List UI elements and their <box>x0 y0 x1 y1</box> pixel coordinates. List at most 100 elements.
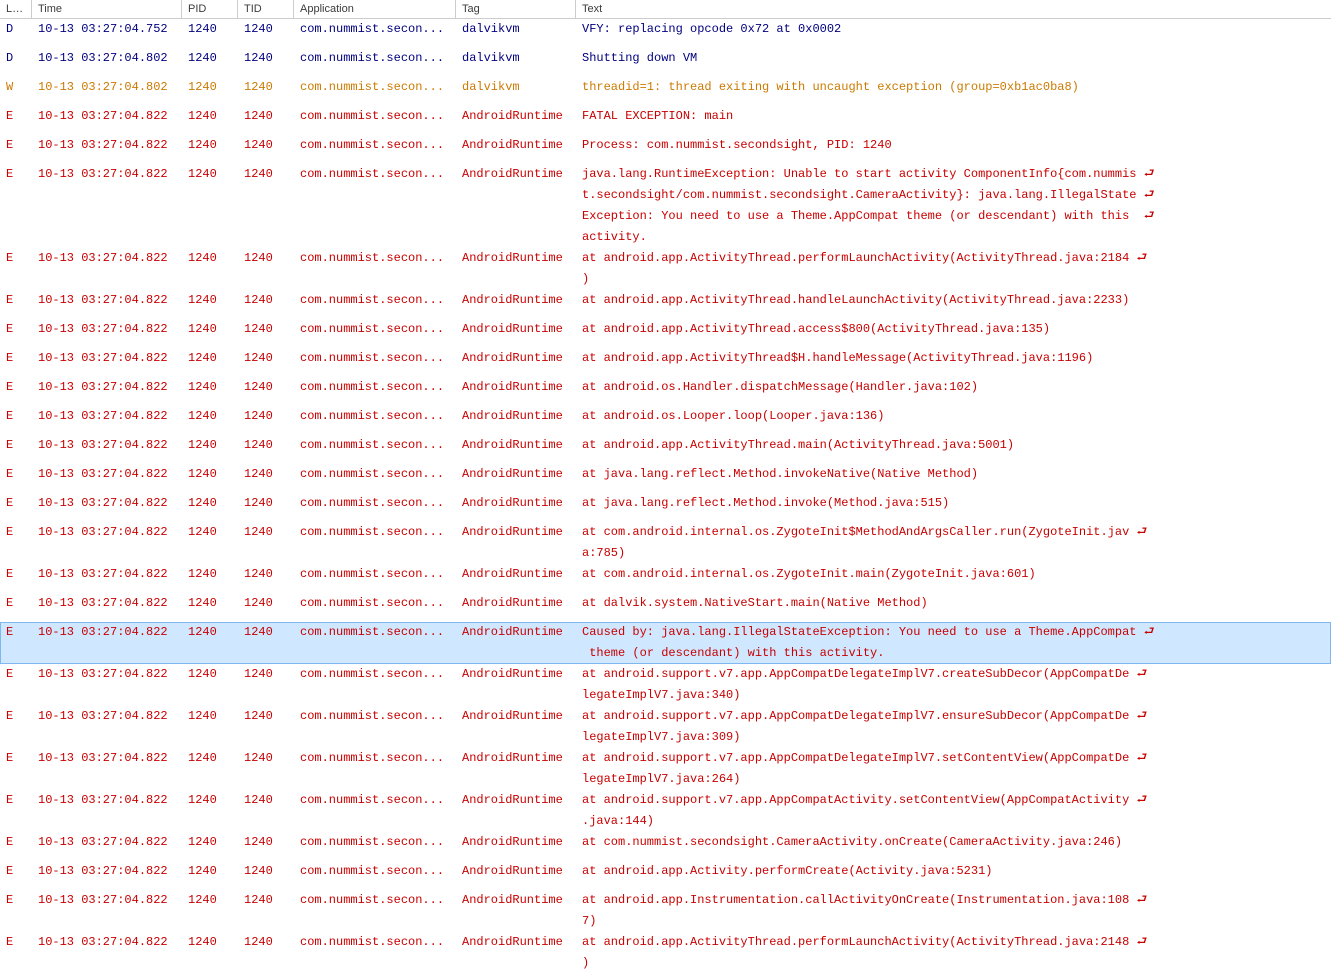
log-row[interactable]: D10-13 03:27:04.80212401240com.nummist.s… <box>0 48 1331 77</box>
cell-tag: AndroidRuntime <box>456 593 576 614</box>
log-row[interactable]: E10-13 03:27:04.82212401240com.nummist.s… <box>0 861 1331 890</box>
cell-level: E <box>0 832 32 853</box>
log-row[interactable]: E10-13 03:27:04.82212401240com.nummist.s… <box>0 377 1331 406</box>
log-row[interactable]: D10-13 03:27:04.75212401240com.nummist.s… <box>0 19 1331 48</box>
cell-application: com.nummist.secon... <box>294 48 456 77</box>
cell-level: E <box>0 348 32 369</box>
column-header-level[interactable]: L… <box>0 0 32 18</box>
cell-tid: 1240 <box>238 493 294 514</box>
log-row[interactable]: E10-13 03:27:04.82212401240com.nummist.s… <box>0 493 1331 522</box>
column-header-text[interactable]: Text <box>576 0 1331 18</box>
cell-level: E <box>0 664 32 685</box>
column-header-pid[interactable]: PID <box>182 0 238 18</box>
log-row[interactable]: E10-13 03:27:04.82212401240com.nummist.s… <box>0 435 1331 464</box>
cell-text: at android.app.ActivityThread.performLau… <box>576 932 1331 974</box>
cell-pid: 1240 <box>182 135 238 156</box>
cell-pid: 1240 <box>182 664 238 685</box>
cell-level: W <box>0 77 32 98</box>
column-header-tid[interactable]: TID <box>238 0 294 18</box>
cell-text: at android.app.ActivityThread.main(Activ… <box>576 435 1331 456</box>
cell-text: at com.android.internal.os.ZygoteInit$Me… <box>576 522 1331 564</box>
log-row[interactable]: E10-13 03:27:04.82212401240com.nummist.s… <box>0 319 1331 348</box>
cell-pid: 1240 <box>182 319 238 340</box>
log-row[interactable]: E10-13 03:27:04.82212401240com.nummist.s… <box>0 164 1331 248</box>
cell-time: 10-13 03:27:04.822 <box>32 406 182 427</box>
log-row[interactable]: E10-13 03:27:04.82212401240com.nummist.s… <box>0 593 1331 622</box>
cell-pid: 1240 <box>182 77 238 98</box>
cell-application: com.nummist.secon... <box>294 19 456 48</box>
cell-text: Process: com.nummist.secondsight, PID: 1… <box>576 135 1331 156</box>
cell-time: 10-13 03:27:04.822 <box>32 290 182 311</box>
cell-level: E <box>0 164 32 185</box>
cell-pid: 1240 <box>182 406 238 427</box>
column-header-tag[interactable]: Tag <box>456 0 576 18</box>
log-row[interactable]: E10-13 03:27:04.82212401240com.nummist.s… <box>0 748 1331 790</box>
cell-text: at android.support.v7.app.AppCompatDeleg… <box>576 664 1331 706</box>
cell-time: 10-13 03:27:04.802 <box>32 77 182 98</box>
log-row[interactable]: E10-13 03:27:04.82212401240com.nummist.s… <box>0 406 1331 435</box>
cell-application: com.nummist.secon... <box>294 593 456 622</box>
log-row[interactable]: E10-13 03:27:04.82212401240com.nummist.s… <box>0 106 1331 135</box>
cell-application: com.nummist.secon... <box>294 106 456 135</box>
cell-tid: 1240 <box>238 248 294 269</box>
log-row[interactable]: E10-13 03:27:04.82212401240com.nummist.s… <box>0 522 1331 564</box>
cell-application: com.nummist.secon... <box>294 319 456 348</box>
cell-text: at com.android.internal.os.ZygoteInit.ma… <box>576 564 1331 585</box>
logcat-header: L… Time PID TID Application Tag Text <box>0 0 1331 19</box>
cell-application: com.nummist.secon... <box>294 77 456 106</box>
cell-time: 10-13 03:27:04.822 <box>32 861 182 882</box>
cell-application: com.nummist.secon... <box>294 348 456 377</box>
cell-time: 10-13 03:27:04.822 <box>32 622 182 643</box>
cell-pid: 1240 <box>182 706 238 727</box>
cell-pid: 1240 <box>182 19 238 40</box>
cell-application: com.nummist.secon... <box>294 135 456 164</box>
cell-application: com.nummist.secon... <box>294 522 456 551</box>
cell-pid: 1240 <box>182 164 238 185</box>
cell-pid: 1240 <box>182 377 238 398</box>
cell-time: 10-13 03:27:04.752 <box>32 19 182 40</box>
cell-time: 10-13 03:27:04.822 <box>32 106 182 127</box>
log-row[interactable]: E10-13 03:27:04.82212401240com.nummist.s… <box>0 790 1331 832</box>
column-header-application[interactable]: Application <box>294 0 456 18</box>
cell-time: 10-13 03:27:04.822 <box>32 890 182 911</box>
log-row[interactable]: E10-13 03:27:04.82212401240com.nummist.s… <box>0 890 1331 932</box>
cell-tid: 1240 <box>238 319 294 340</box>
cell-tid: 1240 <box>238 377 294 398</box>
cell-tag: AndroidRuntime <box>456 664 576 685</box>
cell-tid: 1240 <box>238 790 294 811</box>
cell-tag: AndroidRuntime <box>456 106 576 127</box>
column-header-time[interactable]: Time <box>32 0 182 18</box>
cell-time: 10-13 03:27:04.822 <box>32 464 182 485</box>
log-row[interactable]: E10-13 03:27:04.82212401240com.nummist.s… <box>0 348 1331 377</box>
cell-application: com.nummist.secon... <box>294 748 456 777</box>
log-row[interactable]: E10-13 03:27:04.82212401240com.nummist.s… <box>0 135 1331 164</box>
cell-application: com.nummist.secon... <box>294 290 456 319</box>
cell-tid: 1240 <box>238 832 294 853</box>
cell-application: com.nummist.secon... <box>294 248 456 277</box>
cell-level: E <box>0 248 32 269</box>
log-row[interactable]: E10-13 03:27:04.82212401240com.nummist.s… <box>0 464 1331 493</box>
cell-time: 10-13 03:27:04.822 <box>32 348 182 369</box>
cell-tag: AndroidRuntime <box>456 861 576 882</box>
log-row[interactable]: E10-13 03:27:04.82212401240com.nummist.s… <box>0 706 1331 748</box>
log-row[interactable]: E10-13 03:27:04.82212401240com.nummist.s… <box>0 932 1331 974</box>
log-row[interactable]: E10-13 03:27:04.82212401240com.nummist.s… <box>0 290 1331 319</box>
log-row[interactable]: E10-13 03:27:04.82212401240com.nummist.s… <box>0 832 1331 861</box>
cell-tid: 1240 <box>238 706 294 727</box>
cell-tag: AndroidRuntime <box>456 706 576 727</box>
cell-level: E <box>0 706 32 727</box>
cell-tag: AndroidRuntime <box>456 622 576 643</box>
cell-time: 10-13 03:27:04.822 <box>32 377 182 398</box>
cell-level: E <box>0 861 32 882</box>
cell-tag: AndroidRuntime <box>456 564 576 585</box>
log-row[interactable]: W10-13 03:27:04.80212401240com.nummist.s… <box>0 77 1331 106</box>
cell-text: at android.app.Instrumentation.callActiv… <box>576 890 1331 932</box>
cell-time: 10-13 03:27:04.822 <box>32 790 182 811</box>
cell-level: E <box>0 406 32 427</box>
cell-tag: AndroidRuntime <box>456 493 576 514</box>
log-row[interactable]: E10-13 03:27:04.82212401240com.nummist.s… <box>0 664 1331 706</box>
log-row[interactable]: E10-13 03:27:04.82212401240com.nummist.s… <box>0 564 1331 593</box>
cell-pid: 1240 <box>182 564 238 585</box>
log-row[interactable]: E10-13 03:27:04.82212401240com.nummist.s… <box>0 248 1331 290</box>
log-row[interactable]: E10-13 03:27:04.82212401240com.nummist.s… <box>0 622 1331 664</box>
